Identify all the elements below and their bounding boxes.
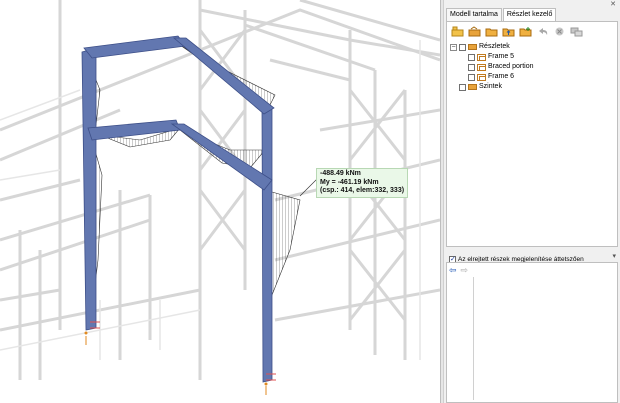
back-arrow-icon[interactable]: ⇦ bbox=[449, 265, 457, 276]
tree-node-braced-portion[interactable]: Braced portion bbox=[450, 62, 534, 72]
tree-node-levels[interactable]: Szintek bbox=[450, 82, 534, 92]
settings-icon[interactable] bbox=[569, 25, 584, 38]
folder-up-icon[interactable] bbox=[501, 25, 516, 38]
panel-header: ✕ bbox=[444, 0, 620, 8]
frame-icon bbox=[477, 63, 486, 71]
properties-list bbox=[449, 277, 474, 400]
forward-arrow-icon[interactable]: ⇨ bbox=[461, 265, 469, 276]
tree-node-details[interactable]: − Részletek bbox=[450, 42, 534, 52]
tree-checkbox[interactable] bbox=[468, 63, 475, 71]
pin-icon[interactable]: ▾ bbox=[612, 252, 616, 260]
collapse-icon[interactable]: − bbox=[450, 43, 457, 51]
tree-checkbox[interactable] bbox=[459, 83, 466, 91]
tree-node-label: Braced portion bbox=[488, 63, 534, 70]
undo-icon[interactable] bbox=[535, 25, 550, 38]
result-moment-value: -488.49 kNm bbox=[320, 170, 361, 177]
side-panel: ✕ Modell tartalma Részlet kezelő − Részl… bbox=[444, 0, 620, 403]
tree-checkbox[interactable] bbox=[468, 73, 475, 81]
frame-icon bbox=[477, 73, 486, 81]
new-detail-2-icon[interactable] bbox=[467, 25, 482, 38]
folder-icon[interactable] bbox=[484, 25, 499, 38]
frame-icon bbox=[477, 53, 486, 61]
result-label[interactable]: -488.49 kNm My = -461.19 kNm (csp.: 414,… bbox=[316, 168, 409, 198]
folder-icon bbox=[468, 84, 477, 90]
support-markers bbox=[84, 321, 276, 395]
nav-buttons: ⇦ ⇨ bbox=[449, 265, 468, 276]
result-location: (csp.: 414, elem:332, 333) bbox=[320, 187, 405, 194]
tree-node-frame-5[interactable]: Frame 5 bbox=[450, 52, 534, 62]
tree-checkbox[interactable] bbox=[468, 53, 475, 61]
detail-toolbar bbox=[450, 25, 584, 38]
panel-tabs: Modell tartalma Részlet kezelő bbox=[446, 8, 557, 24]
second-panel-header: ▾ bbox=[444, 252, 620, 260]
detail-manager-pane: − Részletek Frame 5 Braced portion Frame… bbox=[446, 21, 618, 263]
tree-node-label: Frame 6 bbox=[488, 73, 515, 80]
tree-node-frame-6[interactable]: Frame 6 bbox=[450, 72, 534, 82]
folder-add-icon[interactable] bbox=[518, 25, 533, 38]
structure-viewport[interactable]: -488.49 kNm My = -461.19 kNm (csp.: 414,… bbox=[0, 0, 440, 403]
tree-node-label: Szintek bbox=[479, 83, 502, 90]
folder-icon bbox=[468, 44, 477, 50]
tree-node-label: Részletek bbox=[479, 43, 510, 50]
properties-pane: ⇦ ⇨ bbox=[446, 262, 618, 403]
model-canvas[interactable] bbox=[0, 0, 440, 403]
detail-tree: − Részletek Frame 5 Braced portion Frame… bbox=[450, 42, 534, 92]
delete-icon[interactable] bbox=[552, 25, 567, 38]
new-detail-icon[interactable] bbox=[450, 25, 465, 38]
result-my-value: My = -461.19 kNm bbox=[320, 178, 379, 186]
tree-checkbox[interactable] bbox=[459, 43, 466, 51]
tree-node-label: Frame 5 bbox=[488, 53, 515, 60]
close-icon[interactable]: ✕ bbox=[610, 0, 616, 8]
